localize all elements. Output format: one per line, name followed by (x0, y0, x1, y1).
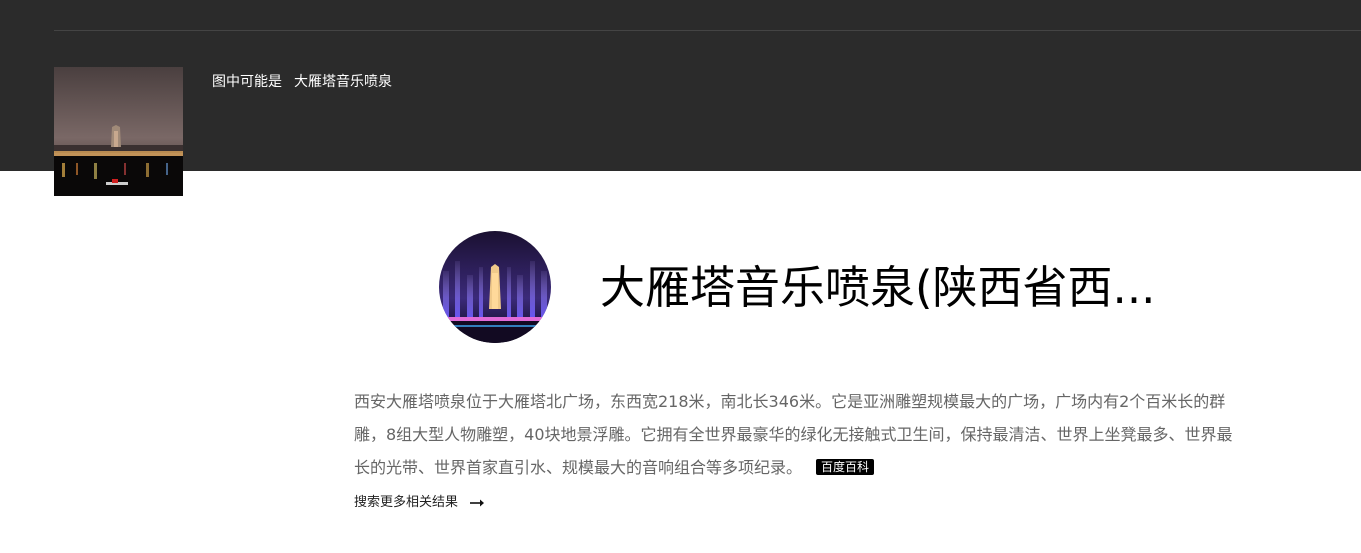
result-description: 西安大雁塔喷泉位于大雁塔北广场，东西宽218米，南北长346米。它是亚洲雕塑规模… (354, 385, 1244, 484)
caption-prefix: 图中可能是 (212, 74, 282, 90)
search-more-link[interactable]: 搜索更多相关结果 (354, 494, 485, 512)
search-more-label: 搜索更多相关结果 (354, 495, 459, 510)
query-image-thumbnail[interactable] (54, 67, 183, 196)
query-header (0, 0, 1361, 171)
result-title[interactable]: 大雁塔音乐喷泉(陕西省西... (600, 258, 1160, 318)
arrow-right-icon (470, 499, 485, 506)
description-text: 西安大雁塔喷泉位于大雁塔北广场，东西宽218米，南北长346米。它是亚洲雕塑规模… (354, 392, 1233, 477)
recognition-caption: 图中可能是 大雁塔音乐喷泉 (212, 73, 392, 91)
header-divider (54, 30, 1361, 31)
source-badge-baike[interactable]: 百度百科 (816, 459, 875, 475)
recognized-name[interactable]: 大雁塔音乐喷泉 (294, 74, 392, 90)
result-avatar-image[interactable] (439, 231, 551, 343)
